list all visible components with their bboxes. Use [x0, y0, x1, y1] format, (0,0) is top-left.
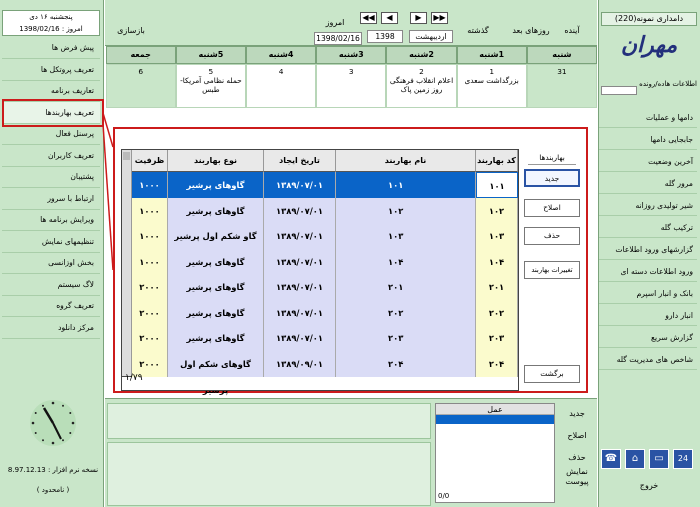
- annotation-line-bottom: [102, 123, 114, 271]
- annotation-overlay: [2, 99, 114, 271]
- annotation-highlight-box: [2, 99, 104, 127]
